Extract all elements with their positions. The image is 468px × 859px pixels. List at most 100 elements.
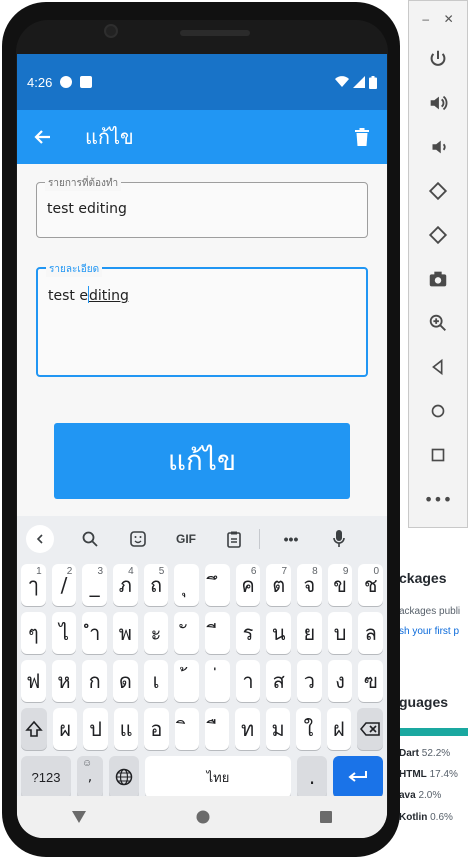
nav-home-icon[interactable] <box>196 810 210 824</box>
key-hint: 3 <box>97 566 104 577</box>
period-key[interactable]: . <box>297 756 327 798</box>
shift-key[interactable] <box>21 708 47 750</box>
key-row1-7[interactable]: ค6 <box>235 564 261 606</box>
back-triangle-icon[interactable] <box>409 345 467 389</box>
key-row2-10[interactable]: บ <box>327 612 353 654</box>
key-row4-6[interactable]: ท <box>235 708 260 750</box>
github-sidebar: ckages ackages publi sh your first p gua… <box>397 528 468 859</box>
key-row2-1[interactable]: ไ <box>51 612 77 654</box>
key-hint: 8 <box>312 566 318 577</box>
key-row1-4[interactable]: ถ5 <box>143 564 169 606</box>
key-row1-5[interactable]: ุ <box>174 564 200 606</box>
backspace-key[interactable] <box>357 708 384 750</box>
key-row2-8[interactable]: น <box>266 612 292 654</box>
keyboard-gif-button[interactable]: GIF <box>169 522 203 556</box>
key-row1-6[interactable]: ึ <box>205 564 230 606</box>
keyboard-more-button[interactable]: ••• <box>274 522 308 556</box>
key-row3-10[interactable]: ง <box>327 660 353 702</box>
enter-key[interactable] <box>333 756 383 798</box>
keyboard-search-button[interactable] <box>73 522 107 556</box>
home-circle-icon[interactable] <box>409 389 467 433</box>
key-row1-0[interactable]: ๅ1 <box>21 564 46 606</box>
key-row3-6[interactable]: ่ <box>205 660 230 702</box>
back-button[interactable] <box>17 128 69 146</box>
chevron-left-icon <box>36 534 43 544</box>
key-row1-1[interactable]: /2 <box>51 564 77 606</box>
more-icon[interactable]: ••• <box>409 477 467 521</box>
camera-icon[interactable] <box>409 257 467 301</box>
key-row3-0[interactable]: ฟ <box>21 660 46 702</box>
key-row2-4[interactable]: ะ <box>143 612 169 654</box>
keyboard-sticker-button[interactable] <box>121 522 155 556</box>
packages-link[interactable]: sh your first p <box>399 626 459 637</box>
language-item[interactable]: Dart 52.2% <box>399 748 450 759</box>
key-row4-1[interactable]: ป <box>83 708 108 750</box>
more-dots-icon: ••• <box>283 531 299 547</box>
key-row4-9[interactable]: ฝ <box>326 708 352 750</box>
key-row1-2[interactable]: _ 3 <box>82 564 108 606</box>
volume-down-icon[interactable] <box>409 125 467 169</box>
key-row3-5[interactable]: ้ <box>174 660 200 702</box>
key-row4-7[interactable]: ม <box>265 708 291 750</box>
key-row3-2[interactable]: ก <box>82 660 108 702</box>
key-row3-9[interactable]: ว <box>297 660 322 702</box>
delete-button[interactable] <box>337 128 387 146</box>
key-row2-3[interactable]: พ <box>113 612 138 654</box>
arrow-left-icon <box>34 130 50 144</box>
front-camera <box>104 24 118 38</box>
keyboard-clipboard-button[interactable] <box>217 522 251 556</box>
rotate-left-icon[interactable] <box>409 169 467 213</box>
sticker-icon <box>130 531 146 547</box>
comma-key[interactable]: ☺, <box>77 756 103 798</box>
key-row3-1[interactable]: ห <box>51 660 77 702</box>
nav-overview-icon[interactable] <box>320 811 332 823</box>
details-field[interactable]: รายละเอียด test editing <box>36 262 368 377</box>
close-icon[interactable]: ✕ <box>444 12 454 26</box>
key-row2-7[interactable]: ร <box>235 612 261 654</box>
key-row1-11[interactable]: ช0 <box>358 564 384 606</box>
key-row2-11[interactable]: ล <box>358 612 384 654</box>
language-item[interactable]: Kotlin 0.6% <box>399 812 453 823</box>
key-row2-5[interactable]: ั <box>174 612 200 654</box>
key-row3-11[interactable]: ฃ <box>358 660 384 702</box>
volume-up-icon[interactable] <box>409 81 467 125</box>
overview-square-icon[interactable] <box>409 433 467 477</box>
key-row1-10[interactable]: ข9 <box>327 564 353 606</box>
space-key[interactable]: ไทย <box>145 756 291 798</box>
key-row4-2[interactable]: แ <box>113 708 139 750</box>
language-key[interactable] <box>109 756 139 798</box>
key-row4-5[interactable]: ื <box>205 708 230 750</box>
key-row1-8[interactable]: ต7 <box>266 564 292 606</box>
keyboard-back-button[interactable] <box>23 522 57 556</box>
power-icon[interactable] <box>409 37 467 81</box>
key-row3-4[interactable]: เ <box>143 660 169 702</box>
key-row2-0[interactable]: ๆ <box>21 612 46 654</box>
todo-field-value[interactable]: test editing <box>47 201 127 217</box>
symbols-key[interactable]: ?123 <box>21 756 71 798</box>
rotate-right-icon[interactable] <box>409 213 467 257</box>
key-row3-7[interactable]: า <box>235 660 261 702</box>
nav-back-icon[interactable] <box>72 811 86 823</box>
key-row4-8[interactable]: ใ <box>296 708 321 750</box>
language-item[interactable]: ava 2.0% <box>399 790 441 801</box>
language-item[interactable]: HTML 17.4% <box>399 769 458 780</box>
minimize-icon[interactable]: – <box>422 12 429 26</box>
edit-submit-button[interactable]: แก้ไข <box>54 423 350 499</box>
key-row2-6[interactable]: ี <box>205 612 230 654</box>
key-row2-9[interactable]: ย <box>297 612 322 654</box>
details-field-value[interactable]: test editing <box>48 286 129 304</box>
globe-icon <box>115 768 133 786</box>
keyboard-mic-button[interactable] <box>322 522 356 556</box>
key-row2-2[interactable]: ำ <box>82 612 108 654</box>
todo-field[interactable]: รายการที่ต้องทำ test editing <box>36 176 368 238</box>
trash-icon <box>355 128 369 146</box>
key-row4-3[interactable]: อ <box>144 708 169 750</box>
key-row4-0[interactable]: ผ <box>53 708 78 750</box>
zoom-icon[interactable] <box>409 301 467 345</box>
key-row1-9[interactable]: จ8 <box>297 564 322 606</box>
key-row3-8[interactable]: ส <box>266 660 292 702</box>
key-row4-4[interactable]: ิ <box>174 708 200 750</box>
phone-speaker <box>180 30 250 36</box>
key-row1-3[interactable]: ภ4 <box>113 564 138 606</box>
key-row3-3[interactable]: ด <box>113 660 138 702</box>
